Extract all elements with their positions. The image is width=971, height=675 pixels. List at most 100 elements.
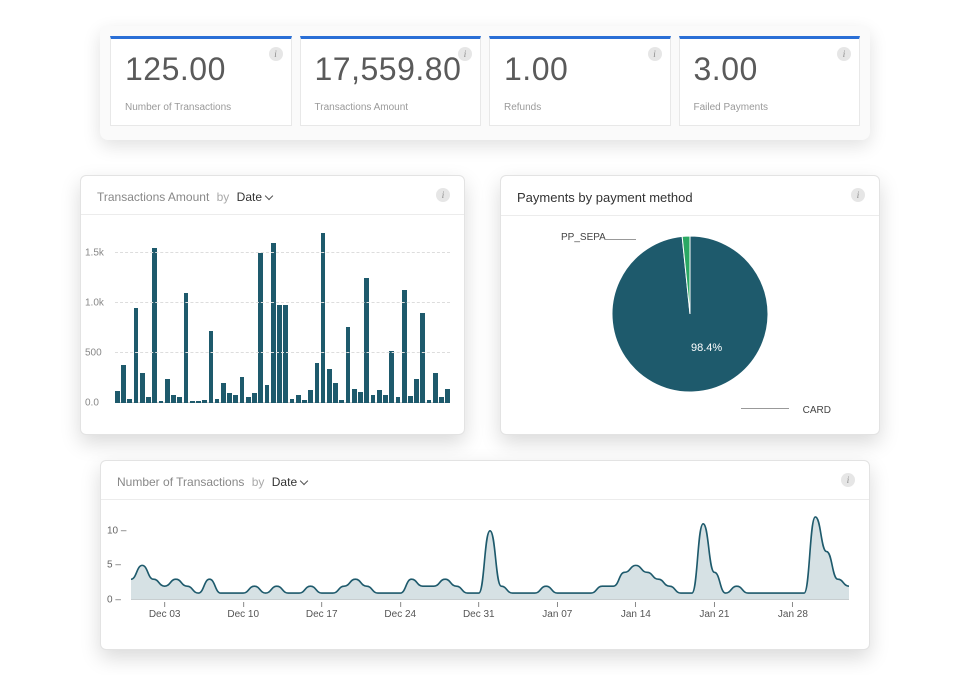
date-dropdown[interactable]: Date [237, 190, 272, 204]
pie-slice-label-sepa: PP_SEPA [561, 232, 606, 243]
kpi-value: 1.00 [504, 51, 656, 88]
x-tick-label: Dec 10 [227, 609, 259, 620]
bar [171, 395, 176, 403]
info-icon[interactable]: i [648, 47, 662, 61]
x-tick-label: Dec 17 [306, 609, 338, 620]
x-axis: Dec 03 Dec 10 Dec 17 Dec 24 Dec 31 Jan 07 Jan … [131, 602, 849, 632]
area-chart-body: 0 –5 –10 – Dec 03 Dec 10 Dec 17 Dec 24 Dec 3… [101, 500, 869, 640]
x-tick-label: Jan 21 [699, 609, 729, 620]
pie-leader-line [606, 239, 636, 240]
x-tick-label: Jan 07 [542, 609, 572, 620]
by-label: by [252, 475, 265, 489]
bar [420, 313, 425, 403]
info-icon[interactable]: i [436, 188, 450, 202]
x-tick: Jan 14 [621, 602, 651, 620]
bar [146, 397, 151, 403]
dropdown-label: Date [237, 190, 262, 204]
grid-line [115, 302, 450, 303]
bar [271, 243, 276, 403]
bar [209, 331, 214, 403]
transactions-amount-panel: Transactions Amount by Date i 0.05001.0k… [80, 175, 465, 435]
x-tick-label: Jan 28 [778, 609, 808, 620]
area-chart-plot: 0 –5 –10 – [131, 510, 849, 600]
x-tick: Dec 31 [463, 602, 495, 620]
bar [177, 397, 182, 403]
bar [215, 399, 220, 403]
bar [290, 399, 295, 403]
kpi-label: Failed Payments [694, 102, 846, 113]
x-tick: Dec 03 [149, 602, 181, 620]
bar [165, 379, 170, 403]
date-dropdown[interactable]: Date [272, 475, 307, 489]
bar [371, 395, 376, 403]
bar [140, 373, 145, 403]
bar-chart-plot: 0.05001.0k1.5k [115, 233, 450, 403]
kpi-card-transactions-count: i 125.00 Number of Transactions [110, 36, 292, 126]
bar [377, 390, 382, 403]
grid-line [115, 252, 450, 253]
chevron-down-icon [300, 477, 308, 485]
panel-title: Number of Transactions [117, 475, 244, 489]
x-tick: Jan 21 [699, 602, 729, 620]
grid-line [115, 352, 450, 353]
kpi-row: i 125.00 Number of Transactions i 17,559… [100, 26, 870, 140]
x-tick: Jan 28 [778, 602, 808, 620]
pie-chart-body: PP_SEPA CARD 98.4% [501, 224, 879, 434]
bar [352, 389, 357, 403]
y-tick-label: 5 – [107, 560, 121, 571]
bar [159, 401, 164, 403]
bar [445, 389, 450, 403]
bar [233, 395, 238, 403]
bar [296, 395, 301, 403]
x-tick: Dec 10 [227, 602, 259, 620]
info-icon[interactable]: i [458, 47, 472, 61]
panel-header: Number of Transactions by Date i [101, 461, 869, 500]
bar [221, 383, 226, 403]
x-tick-label: Dec 31 [463, 609, 495, 620]
kpi-card-failed-payments: i 3.00 Failed Payments [679, 36, 861, 126]
bar [302, 400, 307, 403]
bar [258, 253, 263, 403]
bar [333, 383, 338, 403]
info-icon[interactable]: i [851, 188, 865, 202]
bar [283, 305, 288, 403]
bar [427, 400, 432, 403]
x-tick: Jan 07 [542, 602, 572, 620]
info-icon[interactable]: i [837, 47, 851, 61]
x-tick-label: Jan 14 [621, 609, 651, 620]
bar [402, 290, 407, 403]
bar [327, 369, 332, 403]
bar [202, 400, 207, 403]
bars-container [115, 233, 450, 403]
info-icon[interactable]: i [269, 47, 283, 61]
bar [408, 396, 413, 403]
bar [315, 363, 320, 403]
info-icon[interactable]: i [841, 473, 855, 487]
bar [308, 390, 313, 403]
by-label: by [217, 190, 230, 204]
panel-title: Transactions Amount [97, 190, 209, 204]
bar [227, 393, 232, 403]
payments-by-method-panel: Payments by payment method i PP_SEPA CAR… [500, 175, 880, 435]
bar [190, 401, 195, 403]
panel-title: Payments by payment method [517, 190, 693, 205]
bar [121, 365, 126, 403]
y-tick-label: 0 – [107, 595, 121, 606]
bar [196, 401, 201, 403]
x-tick: Dec 24 [384, 602, 416, 620]
kpi-value: 3.00 [694, 51, 846, 88]
panel-header: Transactions Amount by Date i [81, 176, 464, 215]
pie-leader-line [741, 408, 789, 409]
bar [321, 233, 326, 403]
transactions-count-panel: Number of Transactions by Date i 0 –5 –1… [100, 460, 870, 650]
bar [240, 377, 245, 403]
chevron-down-icon [265, 192, 273, 200]
bar [433, 373, 438, 403]
pie-percent-label: 98.4% [691, 342, 722, 354]
panel-header: Payments by payment method i [501, 176, 879, 216]
kpi-label: Number of Transactions [125, 102, 277, 113]
bar [252, 393, 257, 403]
kpi-value: 125.00 [125, 51, 277, 88]
y-tick-label: 500 [85, 348, 102, 359]
y-tick-label: 1.0k [85, 298, 104, 309]
